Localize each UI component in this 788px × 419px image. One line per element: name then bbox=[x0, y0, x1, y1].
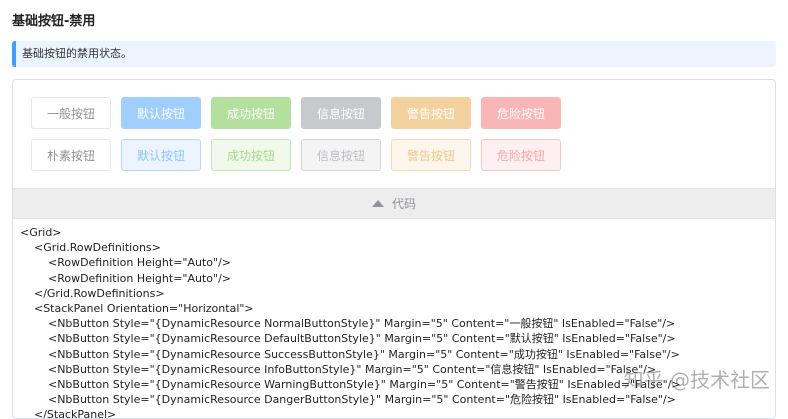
plain-info-button-disabled[interactable]: 信息按钮 bbox=[301, 139, 381, 171]
code-toggle-label: 代码 bbox=[391, 197, 416, 211]
plain-success-button-disabled[interactable]: 成功按钮 bbox=[211, 139, 291, 171]
code-line: <NbButton Style="{DynamicResource InfoBu… bbox=[20, 362, 657, 376]
demo-area: 一般按钮 默认按钮 成功按钮 信息按钮 警告按钮 危险按钮 朴素按钮 默认按钮 … bbox=[13, 80, 775, 188]
page-title: 基础按钮-禁用 bbox=[12, 14, 96, 29]
code-line: <NbButton Style="{DynamicResource Warnin… bbox=[20, 377, 681, 391]
code-line: </StackPanel> bbox=[20, 408, 117, 419]
default-button-disabled[interactable]: 默认按钮 bbox=[121, 97, 201, 129]
success-button-disabled[interactable]: 成功按钮 bbox=[211, 97, 291, 129]
code-block: <Grid> <Grid.RowDefinitions> <RowDefinit… bbox=[20, 225, 770, 419]
caret-up-icon bbox=[371, 200, 384, 207]
code-line: <Grid.RowDefinitions> bbox=[20, 241, 161, 255]
plain-button-disabled[interactable]: 朴素按钮 bbox=[31, 139, 111, 171]
info-button-disabled[interactable]: 信息按钮 bbox=[301, 97, 381, 129]
danger-button-disabled[interactable]: 危险按钮 bbox=[481, 97, 561, 129]
code-line: <RowDefinition Height="Auto"/> bbox=[20, 271, 231, 285]
code-line: <StackPanel Orientation="Horizontal"> bbox=[20, 301, 254, 315]
code-toggle-bar[interactable]: 代码 bbox=[13, 188, 775, 219]
code-line: <NbButton Style="{DynamicResource Defaul… bbox=[20, 332, 676, 346]
code-line: <Grid> bbox=[20, 226, 62, 239]
plain-danger-button-disabled[interactable]: 危险按钮 bbox=[481, 139, 561, 171]
code-line: <NbButton Style="{DynamicResource Succes… bbox=[20, 347, 680, 361]
normal-button-disabled[interactable]: 一般按钮 bbox=[31, 97, 111, 129]
plain-warning-button-disabled[interactable]: 警告按钮 bbox=[391, 139, 471, 171]
code-line: <RowDefinition Height="Auto"/> bbox=[20, 256, 231, 270]
code-line: <NbButton Style="{DynamicResource Normal… bbox=[20, 317, 676, 331]
warning-button-disabled[interactable]: 警告按钮 bbox=[391, 97, 471, 129]
code-line: </Grid.RowDefinitions> bbox=[20, 286, 165, 300]
plain-default-button-disabled[interactable]: 默认按钮 bbox=[121, 139, 201, 171]
code-line: <NbButton Style="{DynamicResource Danger… bbox=[20, 393, 676, 407]
basic-button-row: 一般按钮 默认按钮 成功按钮 信息按钮 警告按钮 危险按钮 bbox=[31, 97, 561, 129]
demo-card: 一般按钮 默认按钮 成功按钮 信息按钮 警告按钮 危险按钮 朴素按钮 默认按钮 … bbox=[12, 79, 776, 419]
description-tip: 基础按钮的禁用状态。 bbox=[12, 41, 776, 67]
plain-button-row: 朴素按钮 默认按钮 成功按钮 信息按钮 警告按钮 危险按钮 bbox=[31, 139, 561, 171]
